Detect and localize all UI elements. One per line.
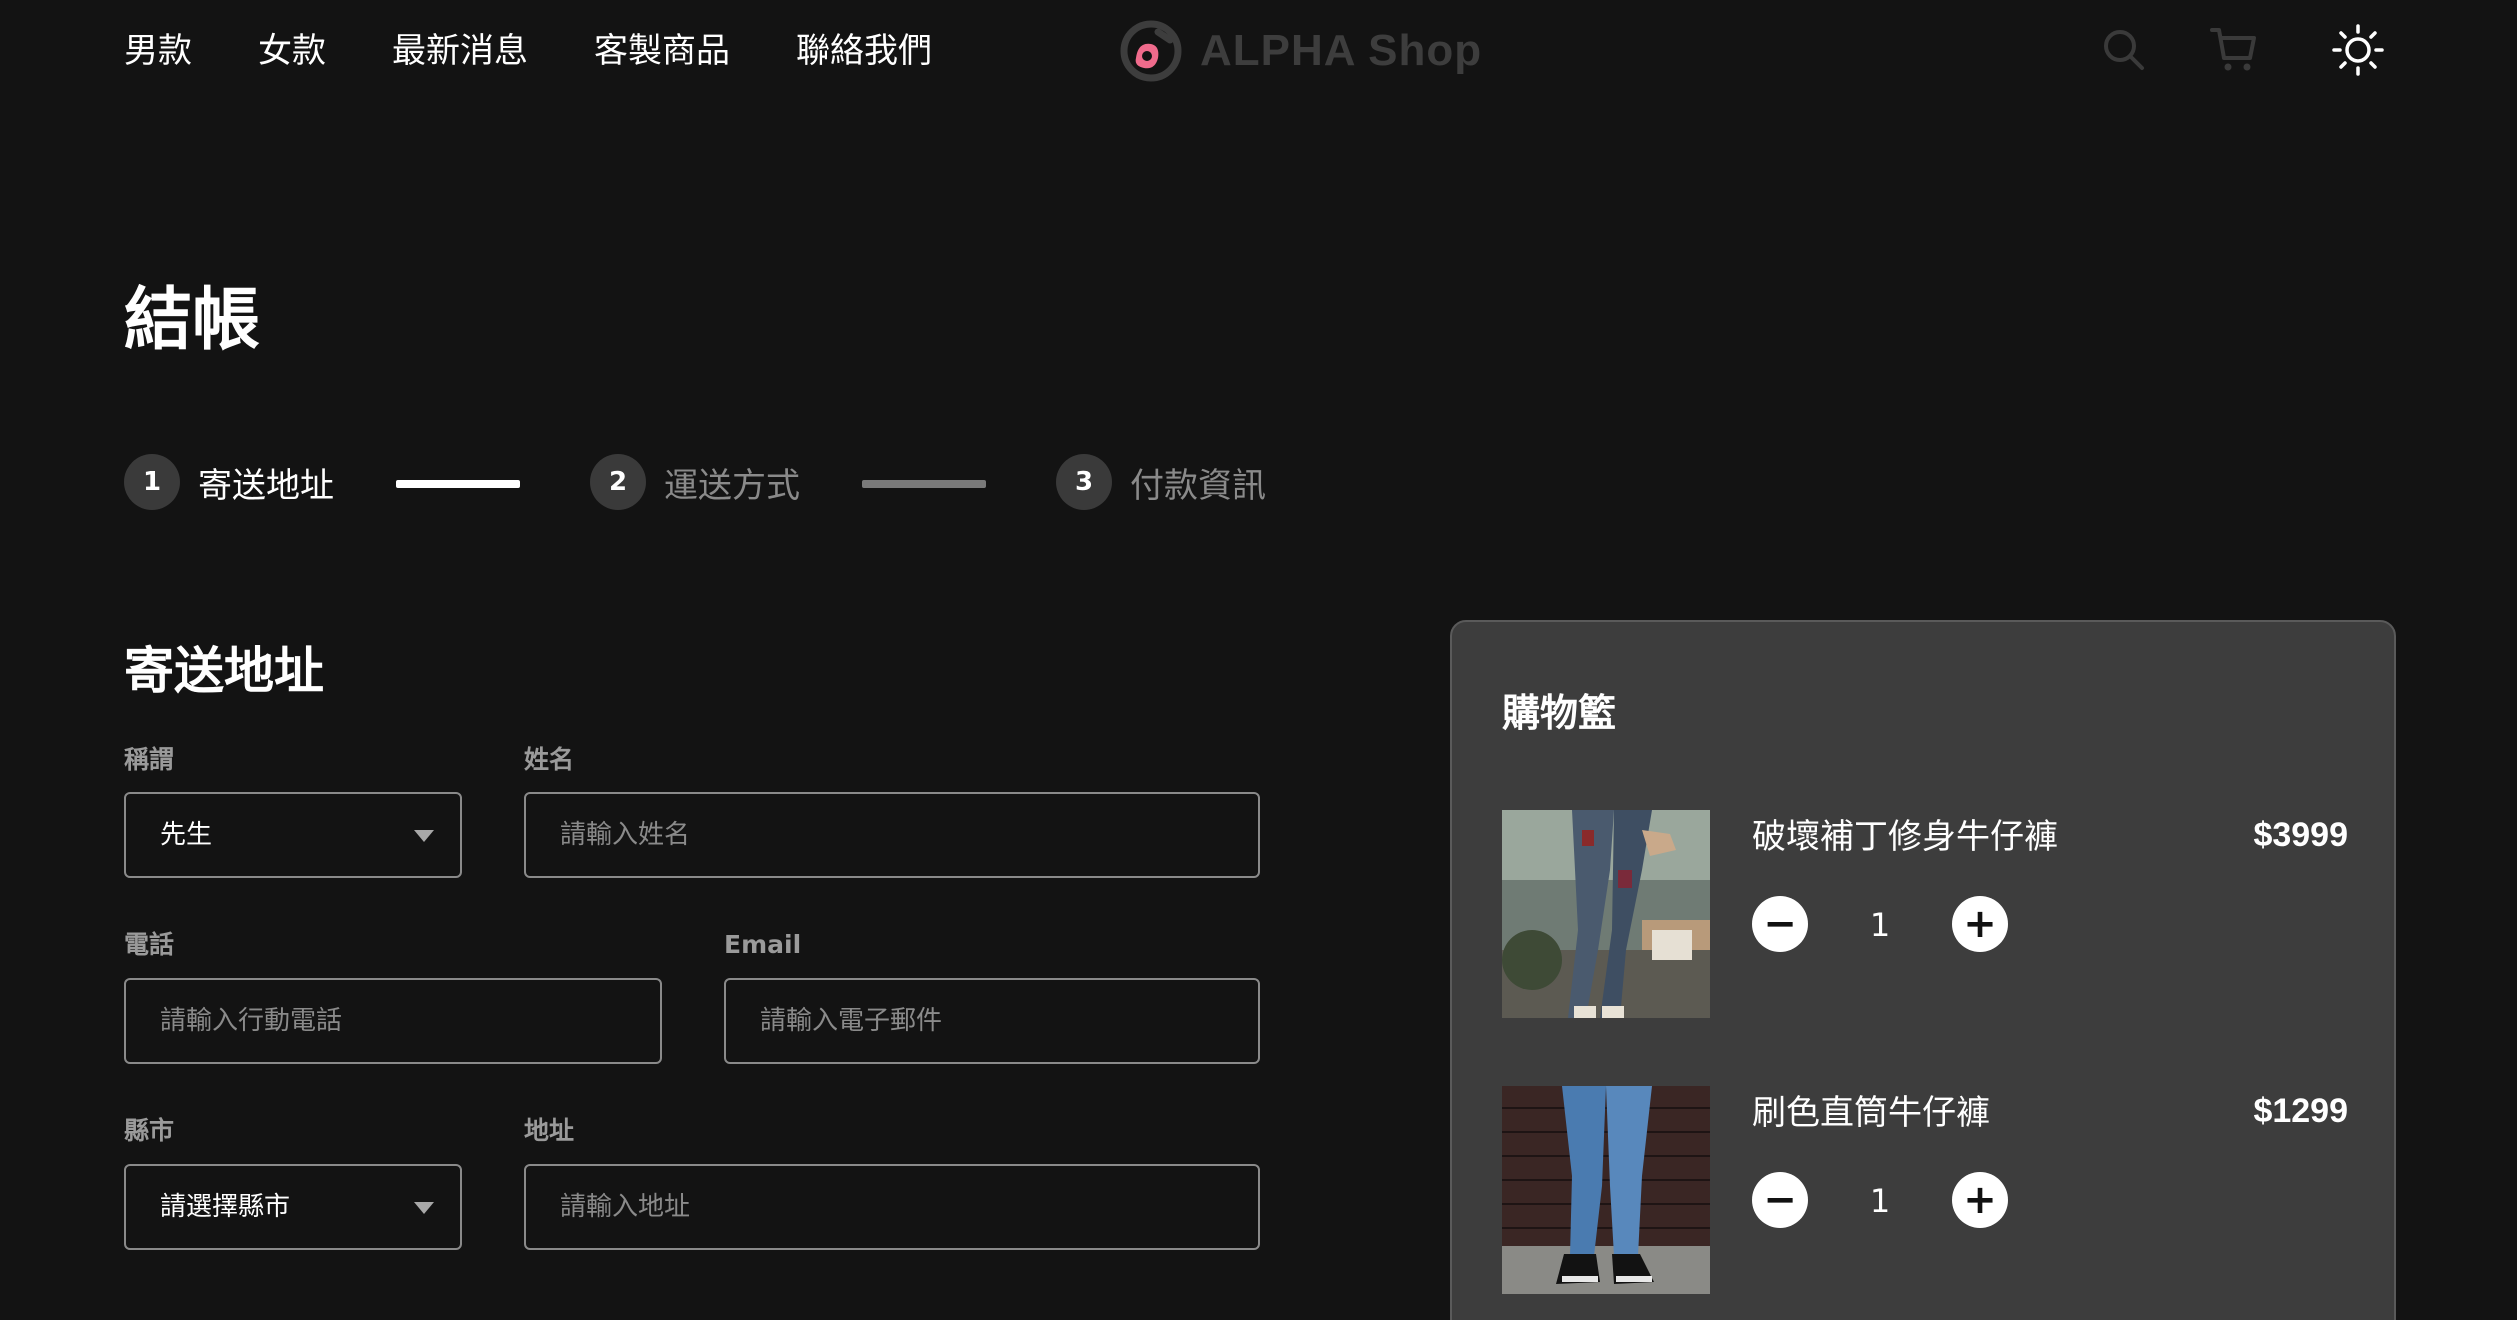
cart-title: 購物籃: [1502, 691, 1617, 735]
salutation-label: 稱謂: [124, 745, 175, 774]
increase-quantity-button[interactable]: +: [1952, 1172, 2008, 1228]
step-label: 付款資訊: [1130, 465, 1266, 506]
product-name: 刷色直筒牛仔褲: [1752, 1093, 1990, 1133]
address-input[interactable]: [526, 1166, 1258, 1248]
nav-item-contact[interactable]: 聯絡我們: [796, 24, 932, 78]
quantity-value: 1: [1869, 906, 1891, 944]
step-3: 3 付款資訊: [1056, 454, 1266, 510]
logo-text: ALPHA Shop: [1200, 26, 1483, 75]
product-image: [1502, 810, 1710, 1018]
step-label: 運送方式: [664, 465, 800, 506]
quantity-value: 1: [1869, 1182, 1891, 1220]
increase-quantity-button[interactable]: +: [1952, 896, 2008, 952]
site-logo[interactable]: ALPHA Shop: [1118, 18, 1482, 84]
step-connector-inactive: [862, 480, 986, 488]
section-title: 寄送地址: [124, 642, 324, 700]
step-connector-active: [396, 480, 520, 488]
name-field: [524, 792, 1260, 878]
checkout-page: 男款 女款 最新消息 客製商品 聯絡我們 ALPHA Shop 結帳 1 寄送地…: [0, 0, 2517, 1320]
phone-field: [124, 978, 662, 1064]
city-select[interactable]: 請選擇縣市: [124, 1164, 462, 1250]
step-number: 1: [124, 454, 180, 510]
step-number: 3: [1056, 454, 1112, 510]
chevron-down-icon: [414, 830, 434, 842]
nav-item-custom[interactable]: 客製商品: [594, 24, 730, 78]
city-value: 請選擇縣市: [160, 1192, 291, 1222]
decrease-quantity-button[interactable]: −: [1752, 896, 1808, 952]
search-icon[interactable]: [2096, 22, 2152, 78]
nav-item-men[interactable]: 男款: [124, 24, 192, 78]
address-label: 地址: [524, 1116, 575, 1145]
salutation-value: 先生: [160, 820, 213, 850]
phone-label: 電話: [124, 930, 175, 959]
product-price: $3999: [2253, 816, 2348, 854]
name-input[interactable]: [526, 794, 1258, 876]
nav-item-women[interactable]: 女款: [258, 24, 326, 78]
salutation-select[interactable]: 先生: [124, 792, 462, 878]
phone-input[interactable]: [126, 980, 660, 1062]
address-field: [524, 1164, 1260, 1250]
logo-mark-icon: [1120, 20, 1182, 82]
cart-icon[interactable]: [2206, 22, 2262, 78]
page-title: 結帳: [124, 281, 261, 360]
email-input[interactable]: [726, 980, 1258, 1062]
main-nav: 男款 女款 最新消息 客製商品 聯絡我們: [124, 24, 998, 78]
cart-panel: 購物籃 破壞補丁修身牛仔褲 $3999 − 1 + 刷色直筒牛仔褲 $1299 …: [1450, 620, 2396, 1320]
product-image: [1502, 1086, 1710, 1294]
chevron-down-icon: [414, 1202, 434, 1214]
sun-icon[interactable]: [2330, 22, 2386, 78]
product-price: $1299: [2253, 1092, 2348, 1130]
cart-item: 破壞補丁修身牛仔褲 $3999 − 1 +: [1502, 810, 2348, 1020]
city-label: 縣市: [124, 1116, 175, 1145]
step-2: 2 運送方式: [590, 454, 800, 510]
cart-item: 刷色直筒牛仔褲 $1299 − 1 +: [1502, 1086, 2348, 1296]
email-field: [724, 978, 1260, 1064]
nav-item-news[interactable]: 最新消息: [392, 24, 528, 78]
name-label: 姓名: [524, 745, 575, 774]
step-1: 1 寄送地址: [124, 454, 334, 510]
decrease-quantity-button[interactable]: −: [1752, 1172, 1808, 1228]
step-number: 2: [590, 454, 646, 510]
email-label: Email: [724, 930, 802, 959]
product-name: 破壞補丁修身牛仔褲: [1752, 817, 2058, 857]
step-label: 寄送地址: [198, 465, 334, 506]
